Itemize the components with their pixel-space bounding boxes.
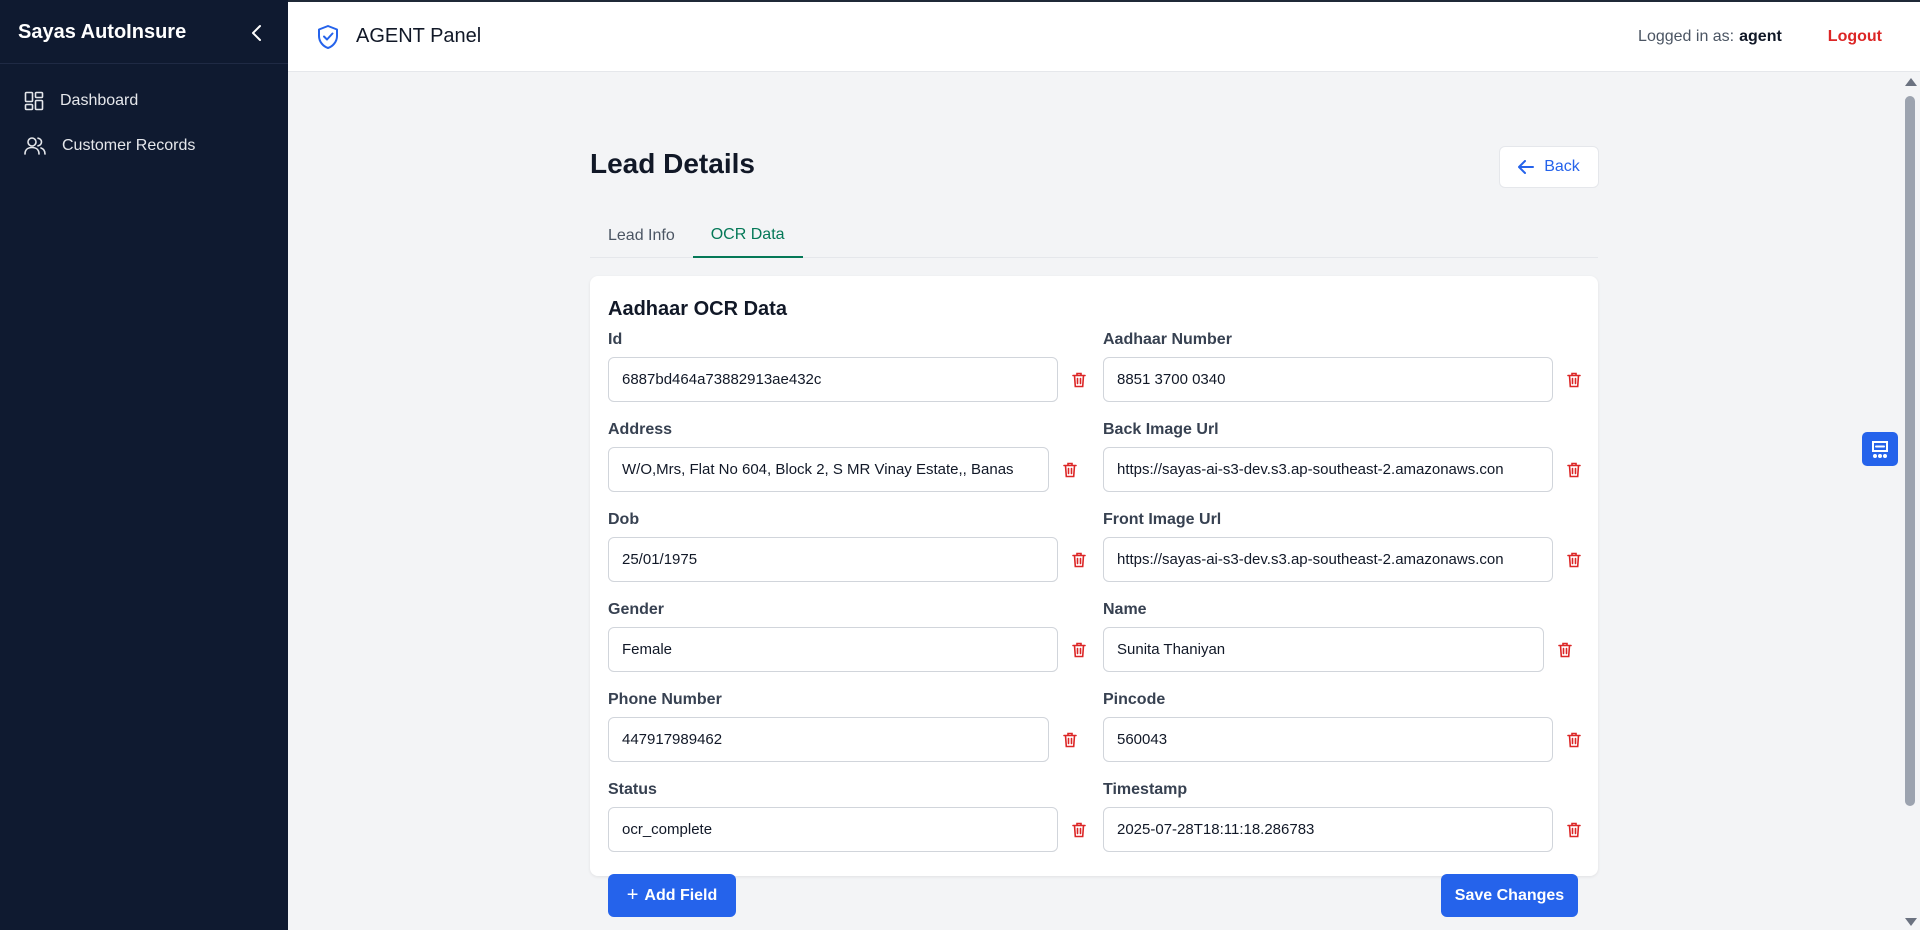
delete-field-button[interactable] [1070, 821, 1088, 839]
field-phone-number: Phone Number [608, 691, 1088, 762]
trash-icon [1072, 552, 1086, 567]
field-status: Status [608, 781, 1088, 852]
gender-input[interactable] [608, 627, 1058, 672]
trash-icon [1072, 372, 1086, 387]
scroll-down-icon[interactable] [1905, 918, 1917, 926]
field-front-image-url: Front Image Url [1103, 511, 1583, 582]
delete-field-button[interactable] [1565, 551, 1583, 569]
username: agent [1739, 27, 1782, 45]
trash-icon [1063, 732, 1077, 747]
name-input[interactable] [1103, 627, 1544, 672]
back-button[interactable]: Back [1499, 146, 1599, 188]
sidebar-item-label: Customer Records [62, 136, 196, 154]
tab-ocr-data[interactable]: OCR Data [692, 214, 803, 258]
field-timestamp: Timestamp [1103, 781, 1583, 852]
front-image-url-input[interactable] [1103, 537, 1553, 582]
field-label: Front Image Url [1103, 511, 1222, 528]
field-label: Dob [608, 511, 640, 528]
chat-bot-icon [1872, 441, 1888, 458]
save-changes-button[interactable]: Save Changes [1441, 874, 1578, 917]
field-aadhaar-number: Aadhaar Number [1103, 331, 1583, 402]
collapse-sidebar-button[interactable] [244, 20, 270, 46]
timestamp-input[interactable] [1103, 807, 1553, 852]
address-input[interactable] [608, 447, 1049, 492]
dob-input[interactable] [608, 537, 1058, 582]
sidebar-item-dashboard[interactable]: Dashboard [0, 78, 288, 123]
field-address: Address [608, 421, 1088, 492]
arrow-left-icon [1518, 160, 1535, 174]
pincode-input[interactable] [1103, 717, 1553, 762]
panel-title: AGENT Panel [356, 25, 482, 47]
sidebar-item-customer-records[interactable]: Customer Records [0, 123, 288, 168]
delete-field-button[interactable] [1565, 461, 1583, 479]
add-field-button[interactable]: + Add Field [608, 874, 736, 917]
field-label: Name [1103, 601, 1147, 618]
delete-field-button[interactable] [1565, 821, 1583, 839]
field-gender: Gender [608, 601, 1088, 672]
delete-field-button[interactable] [1070, 641, 1088, 659]
field-label: Id [608, 331, 623, 348]
ocr-data-card: Aadhaar OCR Data Id Aadhaar Number Addre… [590, 276, 1598, 917]
trash-icon [1567, 462, 1581, 477]
chevron-left-icon [252, 24, 261, 41]
delete-field-button[interactable] [1070, 371, 1088, 389]
aadhaar-number-input[interactable] [1103, 357, 1553, 402]
sidebar: Sayas AutoInsure Dashboard Customer Reco… [0, 0, 288, 930]
back-button-label: Back [1544, 158, 1580, 175]
field-label: Status [608, 781, 657, 798]
trash-icon [1072, 822, 1086, 837]
field-label: Timestamp [1103, 781, 1188, 798]
trash-icon [1072, 642, 1086, 657]
phone-number-input[interactable] [608, 717, 1049, 762]
trash-icon [1567, 732, 1581, 747]
main-content: Lead Details Back Lead Info OCR Data Aad… [288, 72, 1900, 930]
users-icon [24, 136, 46, 155]
section-title: Aadhaar OCR Data [608, 298, 787, 320]
status-input[interactable] [608, 807, 1058, 852]
dashboard-icon [24, 91, 44, 110]
sidebar-nav: Dashboard Customer Records [0, 78, 288, 168]
user-info: Logged in as: agent Logout [1638, 22, 1896, 52]
field-label: Pincode [1103, 691, 1166, 708]
trash-icon [1063, 462, 1077, 477]
top-bar: AGENT Panel Logged in as: agent Logout [288, 0, 1920, 72]
field-label: Aadhaar Number [1103, 331, 1232, 348]
logged-in-label: Logged in as: [1638, 27, 1735, 45]
field-id: Id [608, 331, 1088, 402]
field-label: Gender [608, 601, 665, 618]
plus-icon: + [626, 884, 639, 906]
delete-field-button[interactable] [1565, 731, 1583, 749]
back-image-url-input[interactable] [1103, 447, 1553, 492]
sidebar-item-label: Dashboard [60, 91, 139, 109]
trash-icon [1567, 552, 1581, 567]
field-dob: Dob [608, 511, 1088, 582]
field-pincode: Pincode [1103, 691, 1583, 762]
logout-button[interactable]: Logout [1814, 22, 1896, 52]
id-input[interactable] [608, 357, 1058, 402]
field-back-image-url: Back Image Url [1103, 421, 1583, 492]
trash-icon [1558, 642, 1572, 657]
scroll-thumb[interactable] [1905, 96, 1915, 806]
delete-field-button[interactable] [1070, 551, 1088, 569]
delete-field-button[interactable] [1556, 641, 1574, 659]
scroll-up-icon[interactable] [1905, 78, 1917, 86]
shield-check-icon [318, 24, 338, 49]
tab-bar: Lead Info OCR Data [590, 214, 1598, 258]
field-label: Back Image Url [1103, 421, 1219, 438]
field-name: Name [1103, 601, 1583, 672]
delete-field-button[interactable] [1565, 371, 1583, 389]
brand-name: Sayas AutoInsure [18, 21, 187, 43]
tab-lead-info[interactable]: Lead Info [590, 214, 693, 258]
page-title: Lead Details [590, 148, 755, 179]
sidebar-header: Sayas AutoInsure [0, 2, 288, 64]
delete-field-button[interactable] [1061, 461, 1079, 479]
trash-icon [1567, 372, 1581, 387]
field-label: Phone Number [608, 691, 722, 708]
chat-widget-button[interactable] [1862, 432, 1898, 466]
trash-icon [1567, 822, 1581, 837]
add-field-label: Add Field [644, 886, 718, 904]
delete-field-button[interactable] [1061, 731, 1079, 749]
field-label: Address [608, 421, 673, 438]
page-scrollbar[interactable] [1900, 72, 1920, 930]
